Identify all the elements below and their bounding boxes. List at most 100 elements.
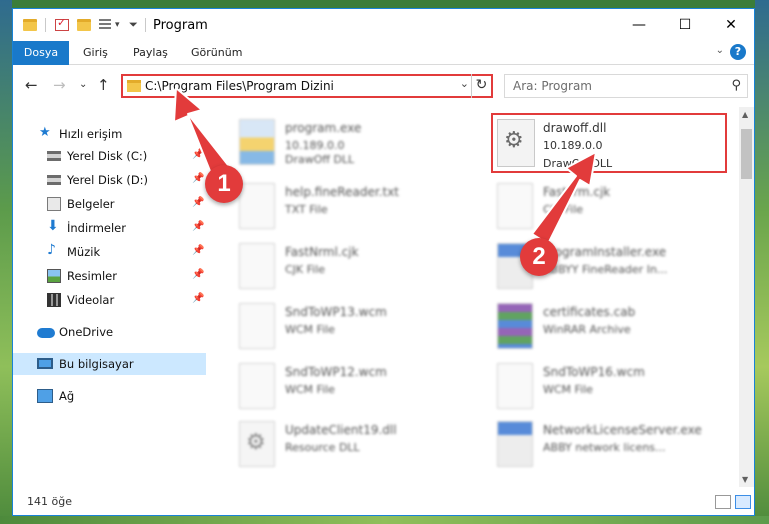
star-icon: ★ bbox=[39, 125, 51, 140]
file-icon bbox=[239, 243, 275, 289]
sidebar-item-downloads[interactable]: ⬇ İndirmeler 📌 bbox=[13, 217, 206, 239]
list-item-drawoff-dll[interactable]: drawoff.dll 10.189.0.0 DrawOff DLL bbox=[497, 117, 737, 173]
file-description: DrawOff DLL bbox=[543, 157, 613, 170]
file-name: SndToWP12.wcm bbox=[285, 365, 387, 379]
minimize-button[interactable]: — bbox=[616, 9, 662, 41]
onedrive-cloud-icon bbox=[37, 328, 55, 338]
file-icon bbox=[497, 183, 533, 229]
sidebar-item-pictures[interactable]: Resimler 📌 bbox=[13, 265, 206, 287]
list-item[interactable]: FastFrm.cjk CJK File bbox=[497, 181, 737, 237]
sidebar-item-network[interactable]: Ağ bbox=[13, 385, 206, 407]
scroll-up-icon[interactable]: ▲ bbox=[742, 110, 748, 119]
quick-access-dropdown-icon[interactable]: ⏷ bbox=[129, 18, 138, 32]
close-button[interactable]: ✕ bbox=[708, 9, 754, 41]
tab-file[interactable]: Dosya bbox=[13, 41, 69, 65]
sidebar-item-label: Yerel Disk (D:) bbox=[67, 173, 149, 187]
file-name: FastFrm.cjk bbox=[543, 185, 611, 199]
refresh-icon[interactable]: ↻ bbox=[471, 74, 491, 98]
navigation-bar: ← → ⌄ ↑ C:\Program Files\Program Dizini … bbox=[13, 66, 754, 106]
list-item[interactable]: program.exe 10.189.0.0 DrawOff DLL bbox=[239, 117, 479, 173]
tab-view[interactable]: Görünüm bbox=[181, 41, 252, 65]
status-bar: 141 öğe bbox=[13, 487, 754, 515]
list-item[interactable]: FastNrml.cjk CJK File bbox=[239, 241, 479, 297]
up-arrow-icon[interactable]: ↑ bbox=[97, 76, 110, 94]
pin-icon[interactable]: 📌 bbox=[192, 149, 204, 160]
list-item[interactable]: SndToWP12.wcm WCM File bbox=[239, 361, 479, 417]
help-icon[interactable]: ? bbox=[730, 44, 746, 60]
title-separator bbox=[145, 18, 146, 32]
back-arrow-icon[interactable]: ← bbox=[25, 76, 38, 94]
list-item[interactable]: NetworkLicenseServer.exe ABBY network li… bbox=[497, 419, 737, 475]
list-item[interactable]: SndToWP16.wcm WCM File bbox=[497, 361, 737, 417]
sidebar-item-documents[interactable]: Belgeler 📌 bbox=[13, 193, 206, 215]
file-type: TXT File bbox=[285, 203, 328, 216]
file-name: help.fineReader.txt bbox=[285, 185, 399, 199]
sidebar-item-label: Müzik bbox=[67, 245, 101, 259]
sidebar-item-local-disk-d[interactable]: Yerel Disk (D:) 📌 bbox=[13, 169, 206, 191]
pin-icon[interactable]: 📌 bbox=[192, 221, 204, 232]
pin-icon[interactable]: 📌 bbox=[192, 197, 204, 208]
search-icon: ⚲ bbox=[731, 78, 741, 93]
list-item[interactable]: certificates.cab WinRAR Archive bbox=[497, 301, 737, 357]
pin-icon[interactable]: 📌 bbox=[192, 173, 204, 184]
list-item[interactable]: help.fineReader.txt TXT File bbox=[239, 181, 479, 237]
new-folder-icon[interactable] bbox=[77, 19, 91, 31]
forward-arrow-icon[interactable]: → bbox=[53, 76, 66, 94]
search-input[interactable]: Ara: Program ⚲ bbox=[504, 74, 748, 98]
drive-icon bbox=[47, 175, 61, 185]
sidebar-item-label: Resimler bbox=[67, 269, 117, 283]
address-bar[interactable]: C:\Program Files\Program Dizini ⌄ ↻ bbox=[121, 74, 493, 98]
scroll-down-icon[interactable]: ▼ bbox=[742, 475, 748, 484]
sidebar-item-label: Hızlı erişim bbox=[59, 127, 123, 141]
downloads-icon: ⬇ bbox=[47, 218, 59, 234]
file-name: NetworkLicenseServer.exe bbox=[543, 423, 702, 437]
quick-access-separator bbox=[45, 18, 46, 32]
chevron-down-icon[interactable]: ⌄ bbox=[460, 77, 469, 90]
file-icon bbox=[497, 363, 533, 409]
list-item[interactable]: UpdateClient19.dll Resource DLL bbox=[239, 419, 479, 475]
vertical-scrollbar[interactable]: ▲ ▼ bbox=[739, 107, 754, 487]
file-list: program.exe 10.189.0.0 DrawOff DLL drawo… bbox=[209, 107, 739, 487]
dll-gear-icon bbox=[239, 421, 275, 467]
sidebar-item-local-disk-c[interactable]: Yerel Disk (C:) 📌 bbox=[13, 145, 206, 167]
pin-icon[interactable]: 📌 bbox=[192, 245, 204, 256]
file-name: SndToWP16.wcm bbox=[543, 365, 645, 379]
pin-icon[interactable]: 📌 bbox=[192, 269, 204, 280]
list-item[interactable]: SndToWP13.wcm WCM File bbox=[239, 301, 479, 357]
folder-app-icon bbox=[23, 19, 37, 31]
callout-badge-2: 2 bbox=[520, 238, 558, 276]
maximize-button[interactable]: ☐ bbox=[662, 9, 708, 41]
scrollbar-thumb[interactable] bbox=[741, 129, 752, 179]
tab-home[interactable]: Giriş bbox=[73, 41, 118, 65]
sidebar-item-this-pc[interactable]: Bu bilgisayar bbox=[13, 353, 206, 375]
drive-icon bbox=[47, 151, 61, 161]
sidebar-item-music[interactable]: ♪ Müzik 📌 bbox=[13, 241, 206, 263]
file-name: program.exe bbox=[285, 121, 362, 135]
file-version: 10.189.0.0 bbox=[543, 139, 603, 152]
window-title: Program bbox=[153, 18, 208, 33]
file-name: certificates.cab bbox=[543, 305, 636, 319]
sidebar-item-label: Belgeler bbox=[67, 197, 115, 211]
file-type: CJK File bbox=[285, 263, 326, 276]
sidebar-item-label: Yerel Disk (C:) bbox=[67, 149, 148, 163]
file-type: WinRAR Archive bbox=[543, 323, 631, 336]
chevron-down-icon[interactable]: ▾ bbox=[115, 20, 120, 30]
file-type: ABBYY FineReader In... bbox=[543, 263, 668, 276]
navigation-pane: ★ Hızlı erişim Yerel Disk (C:) 📌 Yerel D… bbox=[13, 107, 208, 487]
recent-locations-icon[interactable]: ⌄ bbox=[79, 79, 87, 90]
pin-icon[interactable]: 📌 bbox=[192, 293, 204, 304]
sidebar-item-label: İndirmeler bbox=[67, 221, 126, 235]
details-view-icon[interactable] bbox=[715, 495, 731, 509]
large-icons-view-icon[interactable] bbox=[735, 495, 751, 509]
tab-share[interactable]: Paylaş bbox=[123, 41, 178, 65]
music-icon: ♪ bbox=[47, 242, 56, 258]
sidebar-item-quick-access[interactable]: ★ Hızlı erişim bbox=[13, 123, 206, 145]
pictures-icon bbox=[47, 269, 61, 283]
sidebar-item-onedrive[interactable]: OneDrive bbox=[13, 321, 206, 343]
sidebar-item-videos[interactable]: Videolar 📌 bbox=[13, 289, 206, 311]
file-icon bbox=[239, 183, 275, 229]
customize-toolbar-icon[interactable] bbox=[99, 19, 111, 31]
expand-ribbon-icon[interactable]: ⌄ bbox=[716, 45, 724, 56]
address-path: C:\Program Files\Program Dizini bbox=[145, 79, 334, 93]
properties-check-icon[interactable] bbox=[55, 16, 69, 31]
